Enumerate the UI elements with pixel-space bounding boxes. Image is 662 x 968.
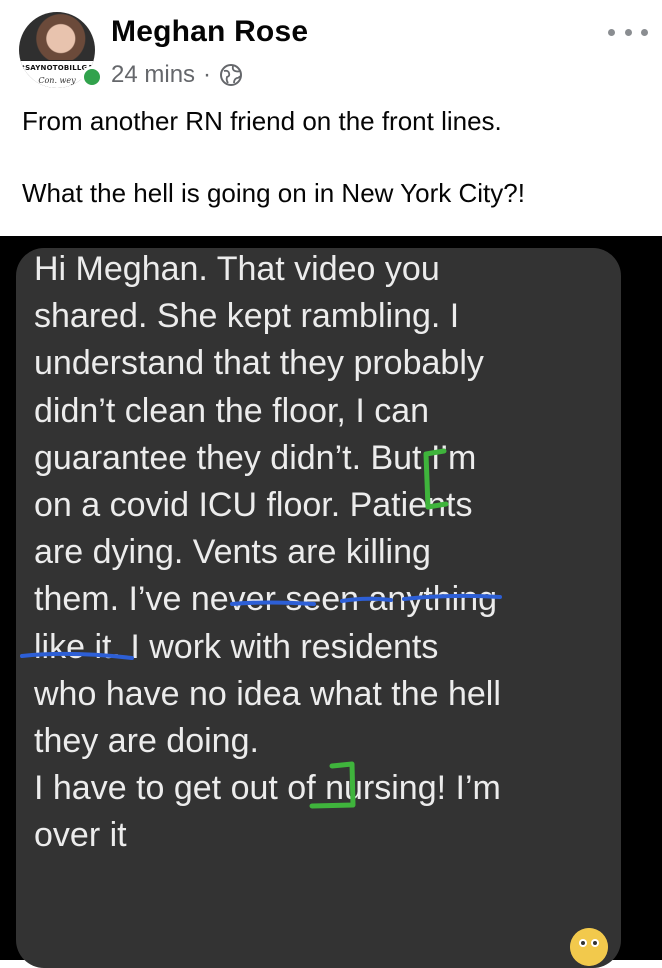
post-text-line: What the hell is going on in New York Ci… [22,178,525,208]
message-text: Hi Meghan. That video you shared. She ke… [34,250,501,855]
more-options-icon[interactable] [608,22,648,42]
more-dot [608,28,615,36]
globe-icon[interactable] [219,63,243,87]
astonished-emoji-icon [570,928,608,966]
post-header: #SAYNOTOBILLGATES Con. wey Meghan Rose 2… [0,0,662,236]
post-meta: 24 mins · [111,58,243,92]
post-body: From another RN friend on the front line… [22,103,642,211]
meta-separator: · [203,61,212,88]
online-status-dot [81,66,103,88]
more-dot [624,28,632,36]
post-time[interactable]: 24 mins [111,61,195,89]
author-name[interactable]: Meghan Rose [111,15,308,49]
post-text-line: From another RN friend on the front line… [22,106,502,136]
more-dot [641,28,648,36]
